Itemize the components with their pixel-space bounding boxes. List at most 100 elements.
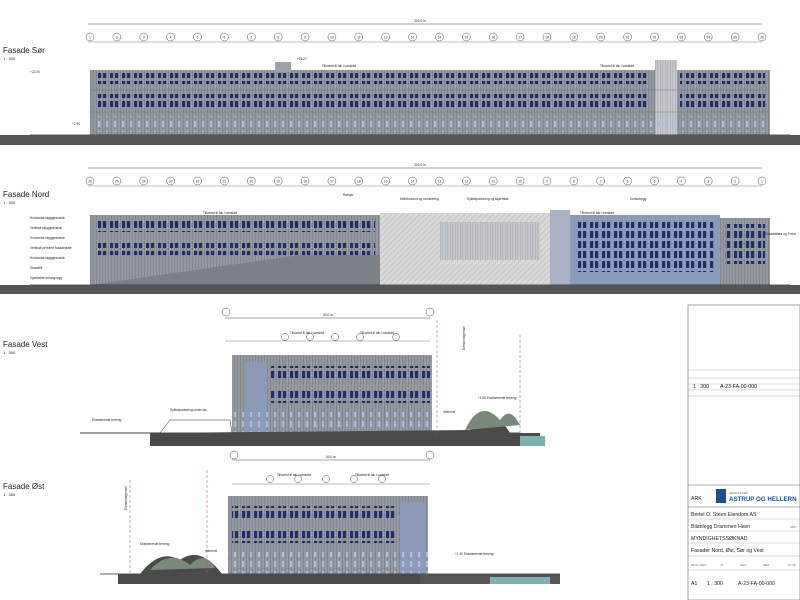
grid-bubble-label: 5 (197, 35, 199, 39)
tb-scale-top: 1 : 300 (693, 384, 709, 390)
annotation-rampe: Rampe (343, 193, 354, 197)
grid-bubble-label: 10 (330, 35, 334, 39)
grid-bubble-label: 18 (303, 179, 307, 183)
grid-axis-nord: 26 25 24 23 22 21 20 19 18 17 16 15 14 13 12 11 10 9 8 7 6 5 4… (85, 176, 767, 186)
tb-content: Fasader Nord, Øst, Sør og Vest (691, 548, 764, 554)
grid-bubble-label: 17 (330, 179, 334, 183)
tb-revision: 27.06 (788, 563, 796, 567)
grid-bubble-label: 3 (707, 179, 709, 183)
annotation-eiendomsgrense-vest: Eiendomsgrense (462, 326, 466, 350)
grid-bubble-label: 12 (384, 35, 388, 39)
grid-bubble-label: 26 (88, 179, 92, 183)
tb-approved: MBA (763, 563, 770, 567)
left-label-4: Horisontal skyggeavslutt (30, 256, 65, 260)
tb-firm-prefix: ARKITEKTER (729, 491, 749, 495)
tb-firm: ASTRUP OG HELLERN (729, 496, 797, 503)
grid-bubble-label: 1 (89, 35, 91, 39)
roof-note-vest-2: Tilkomst til tak i vanskeli (360, 331, 394, 335)
grid-bubble-label: 24 (706, 35, 710, 39)
roof-note-nord: Tilkomst til tak i vanskeli (203, 211, 237, 215)
annotation-motetorsoon: Mötetorsoon og oveikrering (400, 197, 439, 201)
annotation-kontorbygg: Kontorbygg (630, 197, 647, 201)
grid-bubble-label: 20 (599, 35, 603, 39)
tb-checked: HHA (740, 563, 746, 567)
annotation-eks-terreng-vest: +1.90 Eksisterende terreng (478, 396, 517, 400)
annotation-eks-terreng-ost: +1.90 Eksisterende terreng (455, 552, 494, 556)
tb-scale: 1 : 300 (707, 581, 723, 587)
dimension-ost: 60.0 m (326, 455, 336, 459)
tb-drawing-no-top: A-23-FA-00-000 (720, 384, 757, 390)
grid-bubble-label: 19 (276, 179, 280, 183)
grid-bubble-label: 2 (116, 35, 118, 39)
annotation-internvei-ost: Internvei (205, 549, 218, 553)
grid-bubble-label: 12 (465, 179, 469, 183)
grid-bubble-label: 7 (600, 179, 602, 183)
grid-bubble-label: 6 (224, 35, 226, 39)
annotation-eiendomsgrense-ost: Eiendomsgrense (124, 486, 128, 510)
facade-sor-title: Fasade Sør (3, 46, 45, 55)
level-top-sor: +25.27 (297, 57, 307, 61)
annotation-terreng-vest: Eksisterende terreng (92, 418, 122, 422)
level-ground-sor: +2.90 (72, 122, 80, 126)
firm-logo-icon (716, 489, 726, 503)
grid-bubble-label: 3 (143, 35, 145, 39)
grid-bubble-label: 18 (545, 35, 549, 39)
dimension-vest: 60.0 m (323, 313, 333, 317)
annotation-internvei-vest: Internvei (443, 410, 456, 414)
grid-bubble-label: 1 (761, 179, 763, 183)
grid-bubble-label: 16 (357, 179, 361, 183)
facade-ost-title: Fasade Øst (3, 482, 45, 491)
grid-bubble-label: 13 (411, 35, 415, 39)
grid-bubble-label: 15 (384, 179, 388, 183)
grid-bubble-label: 20 (250, 179, 254, 183)
grid-bubble-label: 11 (492, 179, 496, 183)
grid-bubble-label: 5 (654, 179, 656, 183)
grid-bubble-label: 19 (572, 35, 576, 39)
grid-bubble-label: 15 (465, 35, 469, 39)
grid-bubble-label: 11 (357, 35, 361, 39)
grid-bubble-label: 4 (680, 179, 682, 183)
grid-bubble-label: 23 (169, 179, 173, 183)
tb-discipline: ARK (691, 496, 702, 502)
title-block: 1 : 300 A-23-FA-00-000 ARK ARKITEKTER AS… (687, 304, 800, 600)
dimension-nord: 300.0 m (414, 163, 426, 167)
grid-bubble-label: 16 (491, 35, 495, 39)
annotation-sykkelparkering: Sykkelparkering og skjermtak (467, 197, 509, 201)
grid-bubble-label: 22 (653, 35, 657, 39)
left-label-5: Glassfelt (30, 266, 43, 270)
grid-bubble-label: 23 (680, 35, 684, 39)
grid-bubble-label: 14 (438, 35, 442, 39)
tb-client: Bertel O. Steen Eiendom AS (691, 512, 757, 518)
facade-ost: Fasade Øst 1 : 300 60.0 m Tilkomst til t… (3, 450, 560, 584)
facade-sor-scale: 1 : 300 (3, 56, 16, 61)
grid-bubble-label: 26 (760, 35, 764, 39)
grid-bubble-label: 25 (733, 35, 737, 39)
left-label-6: Kjørebelte betongvegg (30, 276, 62, 280)
tb-drawing-no: A-23-FA-00-000 (738, 581, 775, 587)
roof-note-ost-2: Tilkomst til tak i vanskeli (355, 473, 389, 477)
grid-axis-sor: 1 2 3 4 5 6 7 8 9 10 11 12 13 14 15 16 17 18 19 20 21 22 23 24 2… (85, 32, 767, 42)
grid-bubble-label: 4 (170, 35, 172, 39)
grid-bubble-label: 6 (627, 179, 629, 183)
grid-bubble-label: 22 (196, 179, 200, 183)
annotation-fasadeklaes: Fasadeklæs og Proun (765, 232, 796, 236)
drawing-sheet: Fasade Sør 1 : 300 1 2 3 4 5 6 7 8 9 10 11 12 13 14 15… (0, 19, 800, 600)
roof-note-nord-2: Tilkomst til tak i vanskeli (580, 211, 614, 215)
facade-vest-title: Fasade Vest (3, 340, 48, 349)
left-label-3: Vertikalt perforert fasadeplate (30, 246, 72, 250)
grid-bubble-label: 13 (438, 179, 442, 183)
roof-note-ost: Tilkomst til tak i vanskeli (277, 473, 311, 477)
facade-sor: Fasade Sør 1 : 300 1 2 3 4 5 6 7 8 9 10 11 12 13 14 15… (0, 19, 800, 145)
facade-nord-scale: 1 : 300 (3, 200, 16, 205)
roof-note-sor-2: Tilkomst til tak i vanskeli (600, 64, 634, 68)
facade-vest: Fasade Vest 1 : 300 60.0 m Tilkomst til … (3, 307, 545, 446)
left-label-2: Horisontal skyggeavslutt (30, 236, 65, 240)
grid-bubble-label: 21 (223, 179, 227, 183)
grid-bubble-label: 9 (304, 35, 306, 39)
roof-note-sor: Tilkomst til tak i vanskeli (322, 64, 356, 68)
tb-drawn: JY (720, 563, 724, 567)
tb-project-no: 4307 (790, 525, 797, 529)
grid-bubble-label: 9 (546, 179, 548, 183)
grid-bubble-label: 24 (142, 179, 146, 183)
grid-bubble-label: 21 (626, 35, 630, 39)
